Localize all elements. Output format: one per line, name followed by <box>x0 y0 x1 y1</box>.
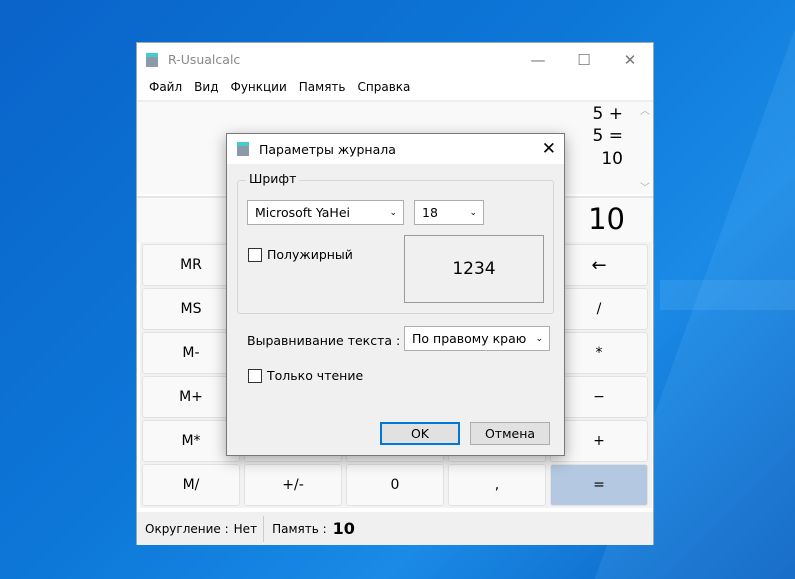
chevron-down-icon: ⌄ <box>469 207 477 218</box>
log-line: 5 + <box>592 104 623 124</box>
zero-button[interactable]: 0 <box>346 464 444 506</box>
calculator-icon <box>146 52 158 67</box>
memory-label: Память : <box>272 521 327 536</box>
font-name-select[interactable]: Microsoft YaHei ⌄ <box>247 200 404 225</box>
menu-help[interactable]: Справка <box>352 80 417 94</box>
menu-bar: Файл Вид Функции Память Справка <box>143 80 416 94</box>
equals-button[interactable]: = <box>550 464 648 506</box>
bold-checkbox[interactable]: Полужирный <box>248 247 353 262</box>
font-preview: 1234 <box>404 235 544 303</box>
chevron-down-icon: ⌄ <box>389 207 397 218</box>
dialog-title-bar: Параметры журнала ✕ <box>227 134 564 164</box>
close-button[interactable]: ✕ <box>607 43 653 76</box>
checkbox-box[interactable] <box>248 247 262 262</box>
dialog-close-button[interactable]: ✕ <box>542 139 556 159</box>
font-size-select[interactable]: 18 ⌄ <box>414 200 484 225</box>
menu-file[interactable]: Файл <box>143 80 188 94</box>
desktop-light-beam <box>660 280 795 310</box>
menu-view[interactable]: Вид <box>188 80 224 94</box>
dialog-title: Параметры журнала <box>259 141 396 157</box>
ok-button[interactable]: OK <box>380 422 460 445</box>
decimal-button[interactable]: , <box>448 464 546 506</box>
rounding-label: Округление : <box>145 521 229 536</box>
maximize-button[interactable]: ☐ <box>561 43 607 76</box>
scroll-up-icon[interactable]: ︿ <box>637 102 653 117</box>
window-title: R-Usualcalc <box>168 52 241 67</box>
alignment-value: По правому краю <box>412 331 527 346</box>
cancel-button[interactable]: Отмена <box>470 422 550 445</box>
scroll-down-icon[interactable]: ﹀ <box>637 179 653 194</box>
m-divide-button[interactable]: M/ <box>142 464 240 506</box>
calculator-icon <box>237 142 249 156</box>
display-value: 10 <box>588 202 625 236</box>
readonly-checkbox[interactable]: Только чтение <box>248 368 363 383</box>
menu-memory[interactable]: Память <box>293 80 352 94</box>
rounding-value: Нет <box>229 515 265 542</box>
memory-value: 10 <box>332 519 355 538</box>
chevron-down-icon: ⌄ <box>535 333 543 344</box>
alignment-select[interactable]: По правому краю ⌄ <box>404 326 550 351</box>
menu-functions[interactable]: Функции <box>224 80 292 94</box>
log-line: 10 <box>601 149 623 169</box>
readonly-label: Только чтение <box>267 368 364 383</box>
alignment-label: Выравнивание текста : <box>247 333 401 348</box>
log-line: 5 = <box>592 126 623 146</box>
log-settings-dialog: Параметры журнала ✕ Шрифт Microsoft YaHe… <box>226 133 565 456</box>
log-scrollbar[interactable]: ︿ ﹀ <box>637 102 653 196</box>
minimize-button[interactable]: — <box>515 43 561 76</box>
checkbox-box[interactable] <box>248 368 262 383</box>
status-bar: Округление : Нет Память : 10 <box>137 512 653 545</box>
font-size-value: 18 <box>422 205 438 220</box>
negate-button[interactable]: +/- <box>244 464 342 506</box>
bold-label: Полужирный <box>267 247 353 262</box>
font-group-label: Шрифт <box>246 171 300 186</box>
font-name-value: Microsoft YaHei <box>255 205 350 220</box>
